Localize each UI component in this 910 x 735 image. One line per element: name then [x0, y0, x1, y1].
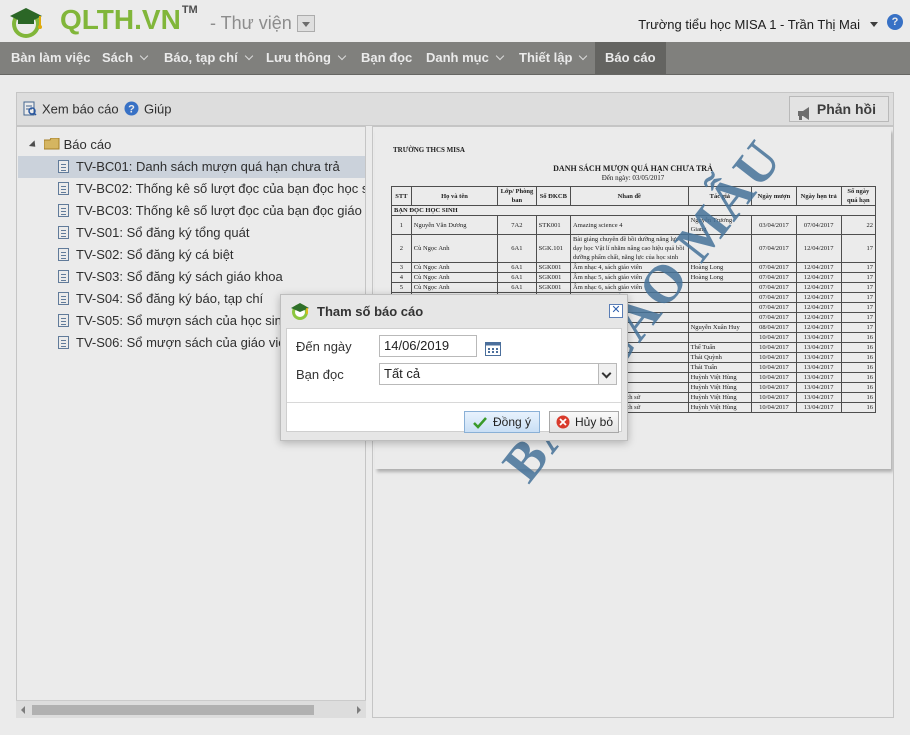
checkmark-icon [473, 415, 487, 435]
report-params-icon [290, 302, 310, 323]
date-label: Đến ngày [296, 339, 352, 354]
dialog-title: Tham số báo cáo [317, 304, 424, 319]
reader-label: Bạn đọc [296, 367, 344, 382]
date-input[interactable]: 14/06/2019 [379, 335, 477, 357]
reader-select-value: Tất cả [384, 366, 421, 381]
reader-select[interactable]: Tất cả [379, 363, 617, 385]
calendar-icon[interactable] [485, 341, 501, 356]
dialog-body: Đến ngày 14/06/2019 Bạn đọc Tất cả Đồng … [286, 328, 622, 433]
report-parameters-dialog: Tham số báo cáo ✕ Đến ngày 14/06/2019 Bạ… [280, 294, 628, 441]
dialog-divider [287, 402, 621, 403]
close-icon[interactable]: ✕ [609, 304, 623, 318]
cancel-button[interactable]: Hủy bỏ [549, 411, 619, 433]
chevron-down-icon[interactable] [598, 364, 616, 384]
ok-button[interactable]: Đồng ý [464, 411, 540, 433]
cancel-icon [556, 415, 570, 435]
dialog-header: Tham số báo cáo ✕ [281, 295, 627, 327]
